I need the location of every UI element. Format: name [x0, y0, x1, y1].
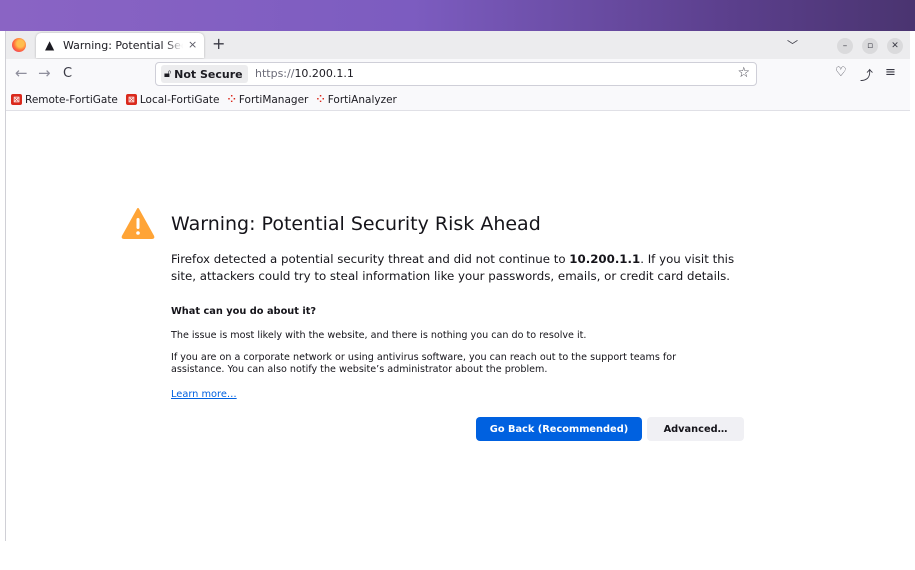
firefox-window: ▲ Warning: Potential Security Risk Ahead…: [5, 31, 910, 541]
warning-triangle-icon: ▲: [45, 38, 55, 52]
bookmark-label: Local-FortiGate: [139, 93, 220, 106]
bookmark-label: FortiManager: [238, 93, 309, 106]
url-host: 10.200.1.1: [294, 67, 354, 80]
learn-more-link[interactable]: Learn more…: [171, 389, 237, 400]
insecure-lock-icon: 🔓︎: [164, 67, 172, 80]
page-title: Warning: Potential Security Risk Ahead: [171, 213, 541, 235]
bookmark-remote-fortigate[interactable]: ⊠ Remote-FortiGate: [11, 94, 118, 106]
fortinet-icon: ⁘: [316, 94, 325, 105]
list-all-tabs-button[interactable]: ﹀: [787, 37, 798, 53]
bookmarks-toolbar: ⊠ Remote-FortiGate ⊠ Local-FortiGate ⁘ F…: [5, 89, 910, 111]
what-can-you-do-heading: What can you do about it?: [171, 306, 317, 317]
bookmark-label: FortiAnalyzer: [327, 93, 397, 106]
tab-title: Warning: Potential Security Risk Ahead: [63, 39, 183, 52]
tab-warning[interactable]: ▲ Warning: Potential Security Risk Ahead…: [36, 33, 204, 58]
menu-icon[interactable]: ≡: [885, 65, 896, 80]
back-button[interactable]: ←: [15, 64, 28, 82]
not-secure-label: Not Secure: [174, 67, 243, 81]
extensions-icon[interactable]: ⤴: [860, 65, 873, 84]
firefox-logo-icon[interactable]: [12, 38, 26, 52]
fortigate-icon: ⊠: [11, 94, 22, 105]
pocket-icon[interactable]: ♡: [835, 65, 847, 80]
bookmark-fortimanager[interactable]: ⁘ FortiManager: [227, 94, 308, 106]
bookmark-local-fortigate[interactable]: ⊠ Local-FortiGate: [125, 93, 220, 106]
corporate-network-text: If you are on a corporate network or usi…: [171, 352, 677, 375]
warning-icon: [121, 208, 155, 239]
desktop-top-bar: [0, 0, 915, 31]
url-bar[interactable]: 🔓︎ Not Secure https://10.200.1.1 ☆: [155, 62, 757, 86]
screen: ▲ Warning: Potential Security Risk Ahead…: [0, 0, 915, 570]
page-content: Warning: Potential Security Risk Ahead F…: [5, 112, 910, 541]
not-secure-indicator[interactable]: 🔓︎ Not Secure: [161, 65, 248, 83]
intro-host: 10.200.1.1: [569, 252, 641, 266]
url-text[interactable]: https://10.200.1.1: [255, 67, 354, 80]
new-tab-button[interactable]: +: [212, 34, 225, 53]
bookmark-star-icon[interactable]: ☆: [737, 65, 750, 81]
window-edge: [5, 31, 6, 541]
intro-before: Firefox detected a potential security th…: [171, 252, 570, 266]
forward-button[interactable]: →: [38, 64, 51, 82]
go-back-button[interactable]: Go Back (Recommended): [476, 417, 642, 441]
bookmark-label: Remote-FortiGate: [25, 93, 118, 106]
tab-close-icon[interactable]: ×: [188, 38, 197, 51]
close-window-button[interactable]: ✕: [887, 38, 903, 54]
url-scheme: https://: [255, 67, 295, 80]
tab-bar: ▲ Warning: Potential Security Risk Ahead…: [5, 31, 910, 59]
bookmark-fortianalyzer[interactable]: ⁘ FortiAnalyzer: [316, 94, 397, 106]
minimize-button[interactable]: –: [837, 38, 853, 54]
navigation-toolbar: ← → C 🔓︎ Not Secure https://10.200.1.1 ☆…: [5, 59, 910, 89]
issue-text: The issue is most likely with the websit…: [171, 330, 587, 341]
intro-text: Firefox detected a potential security th…: [171, 251, 751, 285]
maximize-button[interactable]: ▫: [862, 38, 878, 54]
advanced-button[interactable]: Advanced…: [647, 417, 744, 441]
reload-button[interactable]: C: [63, 66, 72, 81]
fortigate-icon: ⊠: [125, 94, 137, 105]
fortinet-icon: ⁘: [227, 94, 236, 105]
